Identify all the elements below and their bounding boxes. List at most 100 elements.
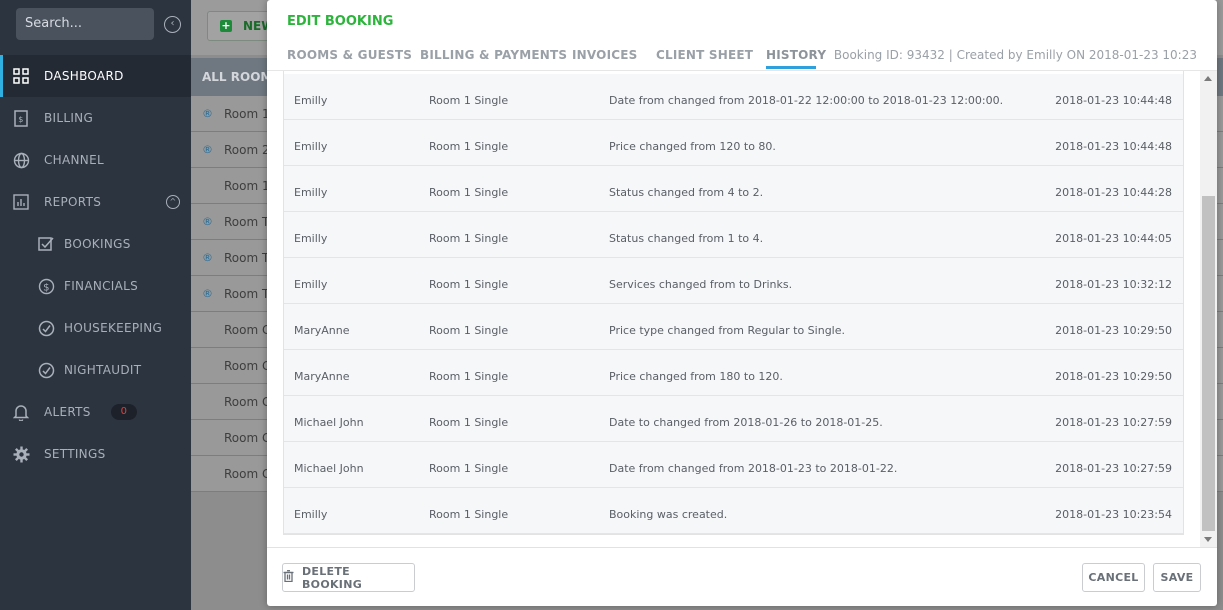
- history-time: 2018-01-23 10:44:48: [1055, 140, 1172, 153]
- alerts-count-badge: 0: [111, 404, 137, 420]
- history-room: Room 1 Single: [429, 94, 509, 107]
- sidebar-item-label: FINANCIALS: [64, 279, 139, 293]
- history-user: Emilly: [294, 278, 328, 291]
- history-scrollbar[interactable]: [1200, 71, 1217, 547]
- history-change: Price changed from 120 to 80.: [609, 140, 776, 153]
- table-row: Michael John Room 1 Single Date from chang…: [284, 442, 1183, 488]
- sidebar-item-housekeeping[interactable]: HOUSEKEEPING: [0, 307, 191, 349]
- collapse-sidebar-icon[interactable]: ‹: [164, 16, 181, 33]
- history-time: 2018-01-23 10:23:54: [1055, 508, 1172, 521]
- sidebar-item-label: CHANNEL: [44, 153, 104, 167]
- scroll-up-arrow-icon[interactable]: [1204, 76, 1212, 81]
- table-row: Michael John Room 1 Single Date to changed…: [284, 396, 1183, 442]
- globe-icon: [12, 151, 30, 169]
- history-room: Room 1 Single: [429, 370, 509, 383]
- table-row: Emilly Room 1 Single Price changed from 12…: [284, 120, 1183, 166]
- history-user: Emilly: [294, 508, 328, 521]
- history-user: Michael John: [294, 462, 364, 475]
- gear-icon: [12, 445, 30, 463]
- sidebar-item-financials[interactable]: $ FINANCIALS: [0, 265, 191, 307]
- table-row: Emilly Room 1 Single Status changed from 4…: [284, 166, 1183, 212]
- tab-billing-payments[interactable]: BILLING & PAYMENTS: [420, 48, 567, 62]
- booking-marker-icon: ®: [202, 215, 213, 228]
- sidebar-item-label: HOUSEKEEPING: [64, 321, 163, 335]
- history-panel: Emilly Room 1 Single Date from changed fro…: [267, 70, 1217, 548]
- history-change: Price changed from 180 to 120.: [609, 370, 783, 383]
- history-time: 2018-01-23 10:44:05: [1055, 232, 1172, 245]
- delete-booking-label: DELETE BOOKING: [302, 564, 363, 591]
- history-room: Room 1 Single: [429, 186, 509, 199]
- history-room: Room 1 Single: [429, 508, 509, 521]
- history-room: Room 1 Single: [429, 278, 509, 291]
- bell-icon: [12, 403, 30, 421]
- grid-icon: [12, 67, 30, 85]
- history-user: Emilly: [294, 186, 328, 199]
- check-circle-icon: [37, 361, 55, 379]
- sidebar-item-settings[interactable]: SETTINGS: [0, 433, 191, 475]
- scrollbar-thumb[interactable]: [1202, 196, 1215, 531]
- history-user: Emilly: [294, 232, 328, 245]
- history-change: Booking was created.: [609, 508, 728, 521]
- cancel-button[interactable]: CANCEL: [1082, 563, 1145, 592]
- history-user: MaryAnne: [294, 324, 350, 337]
- tab-rooms-guests[interactable]: ROOMS & GUESTS: [287, 48, 412, 62]
- check-circle-icon: [37, 319, 55, 337]
- sidebar-item-alerts[interactable]: ALERTS 0: [0, 391, 191, 433]
- sidebar-item-billing[interactable]: $ BILLING: [0, 97, 191, 139]
- sidebar-item-reports[interactable]: REPORTS ^: [0, 181, 191, 223]
- active-tab-indicator: [766, 66, 816, 69]
- booking-info: Booking ID: 93432 | Created by Emilly ON…: [833, 48, 1197, 62]
- history-time: 2018-01-23 10:29:50: [1055, 370, 1172, 383]
- sidebar-item-bookings[interactable]: BOOKINGS: [0, 223, 191, 265]
- svg-text:$: $: [18, 115, 23, 124]
- table-row: MaryAnne Room 1 Single Price type changed …: [284, 304, 1183, 350]
- tab-history[interactable]: HISTORY: [766, 48, 826, 62]
- history-time: 2018-01-23 10:27:59: [1055, 416, 1172, 429]
- history-change: Services changed from to Drinks.: [609, 278, 793, 291]
- chevron-up-icon[interactable]: ^: [166, 195, 180, 209]
- history-time: 2018-01-23 10:29:50: [1055, 324, 1172, 337]
- table-row: Emilly Room 1 Single Services changed from…: [284, 258, 1183, 304]
- trash-icon: [283, 570, 294, 585]
- history-change: Date from changed from 2018-01-22 12:00:…: [609, 94, 1004, 107]
- save-button[interactable]: SAVE: [1153, 563, 1201, 592]
- modal-title: EDIT BOOKING: [287, 14, 394, 29]
- table-row: Emilly Room 1 Single Date from changed fro…: [284, 74, 1183, 120]
- sidebar-item-label: REPORTS: [44, 195, 102, 209]
- history-time: 2018-01-23 10:32:12: [1055, 278, 1172, 291]
- history-time: 2018-01-23 10:44:28: [1055, 186, 1172, 199]
- history-time: 2018-01-23 10:27:59: [1055, 462, 1172, 475]
- history-room: Room 1 Single: [429, 324, 509, 337]
- edit-booking-modal: EDIT BOOKING ROOMS & GUESTS BILLING & PA…: [267, 0, 1217, 606]
- history-room: Room 1 Single: [429, 232, 509, 245]
- sidebar-item-label: BOOKINGS: [64, 237, 131, 251]
- history-change: Price type changed from Regular to Singl…: [609, 324, 845, 337]
- history-time: 2018-01-23 10:44:48: [1055, 94, 1172, 107]
- table-row: MaryAnne Room 1 Single Price changed from …: [284, 350, 1183, 396]
- scroll-down-arrow-icon[interactable]: [1204, 537, 1212, 542]
- booking-marker-icon: ®: [202, 143, 213, 156]
- tab-invoices[interactable]: INVOICES: [572, 48, 638, 62]
- sidebar-item-label: BILLING: [44, 111, 94, 125]
- table-row: Emilly Room 1 Single Status changed from 1…: [284, 212, 1183, 258]
- sidebar-item-label: ALERTS: [44, 405, 91, 419]
- dollar-icon: $: [37, 277, 55, 295]
- sidebar-item-channel[interactable]: CHANNEL: [0, 139, 191, 181]
- history-table: Emilly Room 1 Single Date from changed fro…: [283, 71, 1184, 535]
- checkbox-icon: [37, 235, 55, 253]
- plus-icon: +: [220, 19, 232, 32]
- history-change: Status changed from 4 to 2.: [609, 186, 764, 199]
- history-change: Status changed from 1 to 4.: [609, 232, 764, 245]
- sidebar-item-label: NIGHTAUDIT: [64, 363, 142, 377]
- modal-footer: DELETE BOOKING CANCEL SAVE: [267, 549, 1217, 606]
- history-change: Date to changed from 2018-01-26 to 2018-…: [609, 416, 883, 429]
- sidebar-item-nightaudit[interactable]: NIGHTAUDIT: [0, 349, 191, 391]
- history-room: Room 1 Single: [429, 140, 509, 153]
- svg-text:$: $: [43, 282, 50, 293]
- invoice-icon: $: [12, 109, 30, 127]
- tab-client-sheet[interactable]: CLIENT SHEET: [656, 48, 753, 62]
- sidebar-item-dashboard[interactable]: DASHBOARD: [0, 55, 191, 97]
- delete-booking-button[interactable]: DELETE BOOKING: [282, 563, 415, 592]
- search-input[interactable]: Search...: [16, 8, 154, 40]
- table-row: Emilly Room 1 Single Booking was created. 2…: [284, 488, 1183, 534]
